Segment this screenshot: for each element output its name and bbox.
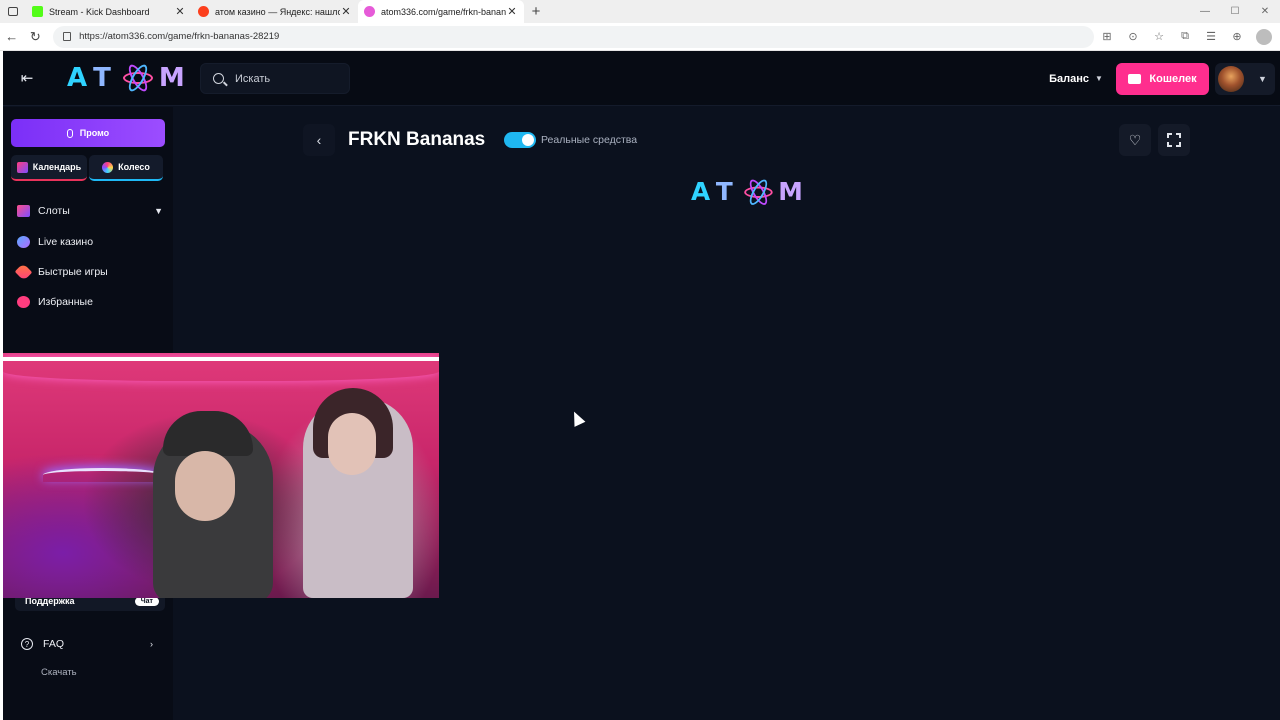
site-viewport: ⇤ AT M Искать Баланс ▼ Кошелек ▼ Промо К…: [3, 51, 1280, 720]
promo-button[interactable]: Промо: [11, 119, 165, 147]
toggle-knob: [522, 134, 534, 146]
sidebar-item-slots[interactable]: Слоты ▼: [17, 201, 163, 221]
url-text: https://atom336.com/game/frkn-bananas-28…: [79, 31, 280, 42]
calendar-icon: [16, 161, 28, 173]
heart-outline-icon: ♡: [1128, 131, 1142, 148]
mouse-cursor-icon: [568, 409, 586, 427]
sidebar-item-label: Скачать: [41, 666, 77, 678]
chevron-right-icon: ›: [150, 639, 153, 649]
search-icon: [213, 73, 224, 84]
slots-icon: [17, 205, 30, 217]
fullscreen-icon: [1167, 133, 1181, 147]
url-field[interactable]: https://atom336.com/game/frkn-bananas-28…: [53, 25, 1094, 48]
wallet-button[interactable]: Кошелек: [1116, 63, 1209, 95]
question-icon: ?: [21, 638, 33, 650]
extensions-icon[interactable]: ⊙: [1120, 30, 1146, 43]
search-placeholder: Искать: [235, 72, 271, 85]
new-tab-button[interactable]: +: [524, 0, 548, 23]
back-arrow-icon[interactable]: ←: [0, 25, 24, 49]
atom-logo[interactable]: AT M: [67, 62, 191, 94]
browser-tab-yandex[interactable]: атом казино — Яндекс: нашлось ✕: [192, 0, 358, 23]
chevron-left-icon: ‹: [316, 132, 322, 148]
heart-icon: [17, 296, 30, 308]
reload-icon[interactable]: ↻: [24, 25, 48, 49]
atom-orbit-icon: [742, 177, 774, 208]
promo-label: Промо: [79, 128, 110, 138]
sidebar-item-label: FAQ: [43, 638, 65, 650]
real-money-label: Реальные средства: [541, 134, 638, 146]
collections-icon[interactable]: ⊕: [1224, 30, 1250, 43]
calendar-button[interactable]: Календарь: [11, 155, 87, 181]
sidebar-item-label: Быстрые игры: [38, 266, 108, 278]
wheel-button[interactable]: Колесо: [89, 155, 163, 181]
browser-tab-kick[interactable]: Stream - Kick Dashboard ✕: [26, 0, 192, 23]
atom-orbit-icon: [121, 62, 155, 94]
tab-title: Stream - Kick Dashboard: [49, 6, 150, 17]
balance-dropdown[interactable]: Баланс ▼: [1040, 63, 1112, 94]
game-loading-logo: AT M: [691, 177, 809, 208]
browser-profile-icon[interactable]: [1256, 28, 1272, 45]
tab-title: atom336.com/game/frkn-banana: [381, 6, 506, 17]
browser-tab-atom[interactable]: atom336.com/game/frkn-banana ✕: [358, 0, 524, 23]
wallet-icon: [1128, 74, 1142, 84]
sidebar-item-live-casino[interactable]: Live казино: [17, 232, 163, 252]
rocket-icon: [14, 263, 33, 281]
favorite-button[interactable]: ♡: [1119, 124, 1151, 156]
live-casino-icon: [17, 236, 30, 248]
star-icon[interactable]: ☆: [1146, 30, 1172, 43]
sidebar-item-favorites[interactable]: Избранные: [17, 292, 163, 312]
back-button[interactable]: ‹: [303, 124, 335, 156]
fullscreen-button[interactable]: [1158, 124, 1190, 156]
sidebar-item-label: Слоты: [38, 205, 70, 217]
tab-close-icon[interactable]: ✕: [340, 5, 352, 18]
collapse-sidebar-icon[interactable]: ⇤: [15, 66, 39, 90]
maximize-icon[interactable]: ☐: [1220, 6, 1250, 17]
wheel-icon: [102, 161, 114, 173]
user-menu[interactable]: ▼: [1215, 63, 1275, 95]
tab-close-icon[interactable]: ✕: [506, 5, 518, 18]
chevron-down-icon: ▼: [1258, 74, 1267, 84]
webcam-overlay: [3, 353, 439, 598]
window-controls: — ☐ ✕: [1190, 6, 1280, 17]
chevron-down-icon: ▼: [1094, 74, 1103, 83]
site-header: ⇤ AT M Искать Баланс ▼ Кошелек ▼: [3, 51, 1280, 106]
chevron-down-icon: ▼: [154, 206, 163, 216]
search-input[interactable]: Искать: [200, 63, 350, 94]
apps-icon[interactable]: ⊞: [1094, 30, 1120, 43]
lock-icon: [63, 32, 72, 41]
sidebar-item-faq[interactable]: ? FAQ ›: [21, 634, 153, 654]
promo-icon: [66, 128, 73, 138]
balance-label: Баланс: [1049, 72, 1089, 85]
real-money-toggle[interactable]: [504, 132, 536, 148]
browser-address-bar: ← ↻ https://atom336.com/game/frkn-banana…: [0, 23, 1280, 51]
tab-close-icon[interactable]: ✕: [174, 5, 186, 18]
browser-tab-bar: Stream - Kick Dashboard ✕ атом казино — …: [0, 0, 1280, 23]
game-title: FRKN Bananas: [348, 129, 486, 150]
calendar-label: Календарь: [32, 162, 82, 172]
wallet-label: Кошелек: [1149, 73, 1197, 85]
sidebar-item-label: Live казино: [38, 236, 94, 248]
favorites-icon[interactable]: ☰: [1198, 30, 1224, 43]
kick-favicon-icon: [32, 6, 43, 17]
minimize-icon[interactable]: —: [1190, 6, 1220, 17]
tab-title: атом казино — Яндекс: нашлось: [215, 6, 340, 17]
avatar: [1218, 66, 1244, 92]
yandex-favicon-icon: [198, 6, 209, 17]
close-window-icon[interactable]: ✕: [1250, 6, 1280, 17]
sidebar-item-label: Избранные: [38, 296, 93, 308]
sidebar-item-fast-games[interactable]: Быстрые игры: [14, 262, 163, 282]
wheel-label: Колесо: [118, 162, 150, 172]
sidebar-item-download[interactable]: Скачать: [41, 665, 153, 679]
tab-actions-icon[interactable]: [0, 0, 26, 23]
browser-toolbar: ⊞ ⊙ ☆ ⧉ ☰ ⊕: [1094, 28, 1280, 45]
split-icon[interactable]: ⧉: [1172, 30, 1198, 43]
atom-favicon-icon: [364, 6, 375, 17]
